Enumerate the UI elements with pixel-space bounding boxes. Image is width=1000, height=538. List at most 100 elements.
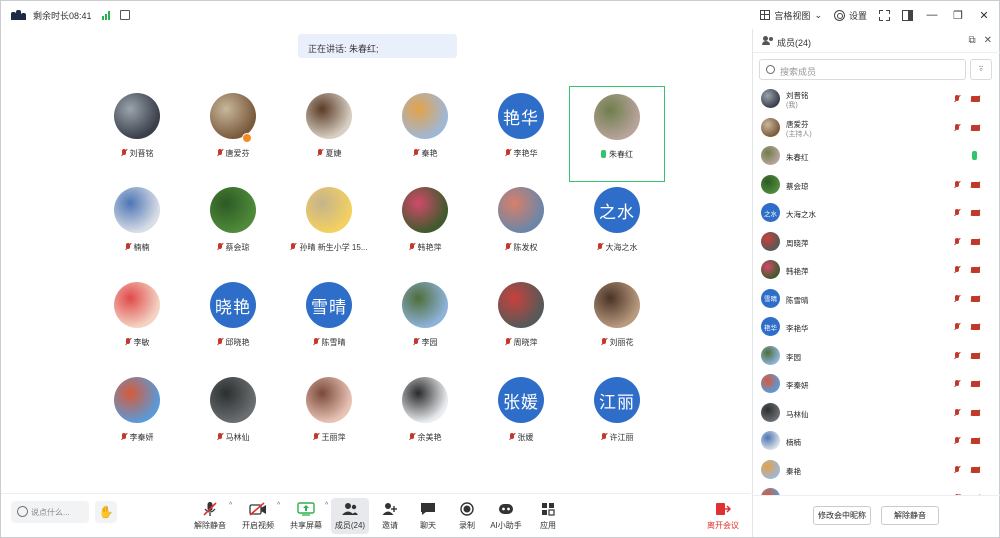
participant-tile[interactable]: 韩艳萍: [377, 180, 473, 276]
member-row[interactable]: 李园: [753, 342, 1000, 371]
member-row[interactable]: 刘晋铭 (我): [753, 85, 1000, 114]
raise-hand-button[interactable]: ✋: [95, 501, 117, 523]
emoji-icon[interactable]: [17, 506, 28, 517]
fullscreen-icon[interactable]: [879, 9, 890, 21]
participant-tile[interactable]: 周晓萍: [473, 275, 569, 371]
mic-muted-icon[interactable]: [954, 123, 960, 132]
participant-tile[interactable]: 孙晴 新生小学 15...: [281, 180, 377, 276]
minimize-icon[interactable]: —: [925, 9, 939, 21]
mic-muted-icon[interactable]: [954, 180, 960, 189]
participant-tile[interactable]: 刘丽花: [569, 275, 665, 371]
participant-tile[interactable]: 陈发权: [473, 180, 569, 276]
member-row[interactable]: 周晓萍: [753, 228, 1000, 257]
restore-icon[interactable]: ❐: [951, 9, 965, 22]
participant-tile[interactable]: 李敏: [89, 275, 185, 371]
participant-tile[interactable]: 雪晴 陈雪晴: [281, 275, 377, 371]
participant-tile[interactable]: 秦艳: [377, 86, 473, 182]
chevron-up-icon[interactable]: ^: [229, 502, 232, 509]
rename-button[interactable]: 修改会中昵称: [813, 506, 871, 525]
record-button[interactable]: 录制: [448, 498, 486, 534]
member-row[interactable]: 李秦妍: [753, 370, 1000, 399]
camera-off-icon[interactable]: [971, 438, 980, 444]
mic-muted-icon[interactable]: [954, 351, 960, 360]
leave-meeting-button[interactable]: 离开会议: [704, 498, 742, 534]
close-icon[interactable]: ✕: [977, 9, 991, 22]
quick-chat-input[interactable]: 说点什么...: [11, 501, 89, 523]
mic-muted-icon[interactable]: [954, 323, 960, 331]
member-row[interactable]: 秦艳: [753, 456, 1000, 485]
member-search-input[interactable]: 搜索成员: [759, 59, 966, 80]
sidebar-toggle-icon[interactable]: [902, 9, 913, 21]
camera-off-icon[interactable]: [971, 381, 980, 387]
camera-off-icon[interactable]: [971, 466, 980, 473]
member-row[interactable]: 雪晴 陈雪晴: [753, 285, 1000, 314]
camera-off-icon[interactable]: [971, 352, 980, 359]
unmute-button[interactable]: 解除静音: [191, 498, 229, 534]
video-button[interactable]: 开启视频: [239, 498, 277, 534]
participant-tile[interactable]: 余美艳: [377, 370, 473, 466]
participant-tile[interactable]: 马林仙: [185, 370, 281, 466]
participant-tile[interactable]: 李秦妍: [89, 370, 185, 466]
camera-off-icon[interactable]: [971, 324, 980, 330]
mic-muted-icon[interactable]: [954, 408, 960, 417]
camera-off-icon[interactable]: [971, 295, 980, 302]
member-row[interactable]: 之水 大海之水: [753, 199, 1000, 228]
member-row[interactable]: [753, 484, 1000, 495]
mic-muted-icon[interactable]: [954, 465, 960, 474]
chat-button[interactable]: 聊天: [409, 498, 447, 534]
mic-muted-icon[interactable]: [954, 95, 960, 103]
camera-off-icon[interactable]: [971, 267, 980, 273]
mic-on-icon[interactable]: [972, 151, 977, 160]
member-row[interactable]: 艳华 李艳华: [753, 313, 1000, 342]
camera-off-icon[interactable]: [971, 181, 980, 188]
participant-name: 李园: [421, 338, 438, 347]
participant-tile[interactable]: 唐爱芬: [185, 86, 281, 182]
member-row[interactable]: 马林仙: [753, 399, 1000, 428]
external-link-icon[interactable]: [119, 10, 130, 20]
member-row[interactable]: 韩艳萍: [753, 256, 1000, 285]
share-screen-button[interactable]: 共享屏幕: [287, 498, 325, 534]
participant-tile[interactable]: 李园: [377, 275, 473, 371]
settings-button[interactable]: 设置: [833, 9, 867, 22]
network-signal-icon[interactable]: [101, 10, 110, 20]
camera-off-icon[interactable]: [971, 409, 980, 416]
member-row[interactable]: 楠楠: [753, 427, 1000, 456]
member-row[interactable]: 唐爱芬 (主持人): [753, 114, 1000, 143]
participant-tile[interactable]: 楠楠: [89, 180, 185, 276]
mic-muted-icon[interactable]: [954, 237, 960, 246]
unmute-all-button[interactable]: 解除静音: [881, 506, 939, 525]
popout-icon[interactable]: ⧉: [968, 35, 975, 46]
camera-off-icon[interactable]: [971, 238, 980, 245]
mic-muted-icon[interactable]: [954, 380, 960, 388]
apps-button[interactable]: 应用: [529, 498, 567, 534]
member-row[interactable]: 朱春红: [753, 142, 1000, 171]
camera-off-icon[interactable]: [971, 96, 980, 102]
mic-muted-icon[interactable]: [954, 294, 960, 303]
members-button[interactable]: 成员(24): [331, 498, 369, 534]
invite-button[interactable]: 邀请: [371, 498, 409, 534]
member-row[interactable]: 蔡会琼: [753, 171, 1000, 200]
chevron-up-icon[interactable]: ^: [277, 502, 280, 509]
participant-tile[interactable]: 夏婕: [281, 86, 377, 182]
participant-tile[interactable]: 刘晋铭: [89, 86, 185, 182]
view-switch-button[interactable]: 宫格视图 ⌄: [760, 9, 822, 22]
chevron-up-icon[interactable]: ^: [325, 502, 328, 509]
participant-tile[interactable]: 晓艳 邱晓艳: [185, 275, 281, 371]
mic-muted-icon[interactable]: [954, 437, 960, 445]
participant-tile[interactable]: 江丽 许江丽: [569, 370, 665, 466]
mic-muted-icon[interactable]: [954, 209, 960, 217]
camera-off-icon[interactable]: [971, 210, 980, 216]
add-member-button[interactable]: ⍤: [970, 59, 992, 80]
ai-assistant-button[interactable]: AI小助手: [487, 498, 525, 534]
avatar: 晓艳: [210, 282, 256, 328]
participant-tile[interactable]: 艳华 李艳华: [473, 86, 569, 182]
camera-off-icon[interactable]: [971, 124, 980, 131]
participant-tile[interactable]: 之水 大海之水: [569, 180, 665, 276]
participant-tile[interactable]: 张媛 张媛: [473, 370, 569, 466]
mic-muted-icon[interactable]: [954, 266, 960, 274]
close-panel-icon[interactable]: ✕: [984, 35, 992, 46]
mic-muted-icon: [217, 433, 223, 441]
participant-tile[interactable]: 蔡会琼: [185, 180, 281, 276]
participant-tile[interactable]: 朱春红: [569, 86, 665, 182]
participant-tile[interactable]: 王丽萍: [281, 370, 377, 466]
